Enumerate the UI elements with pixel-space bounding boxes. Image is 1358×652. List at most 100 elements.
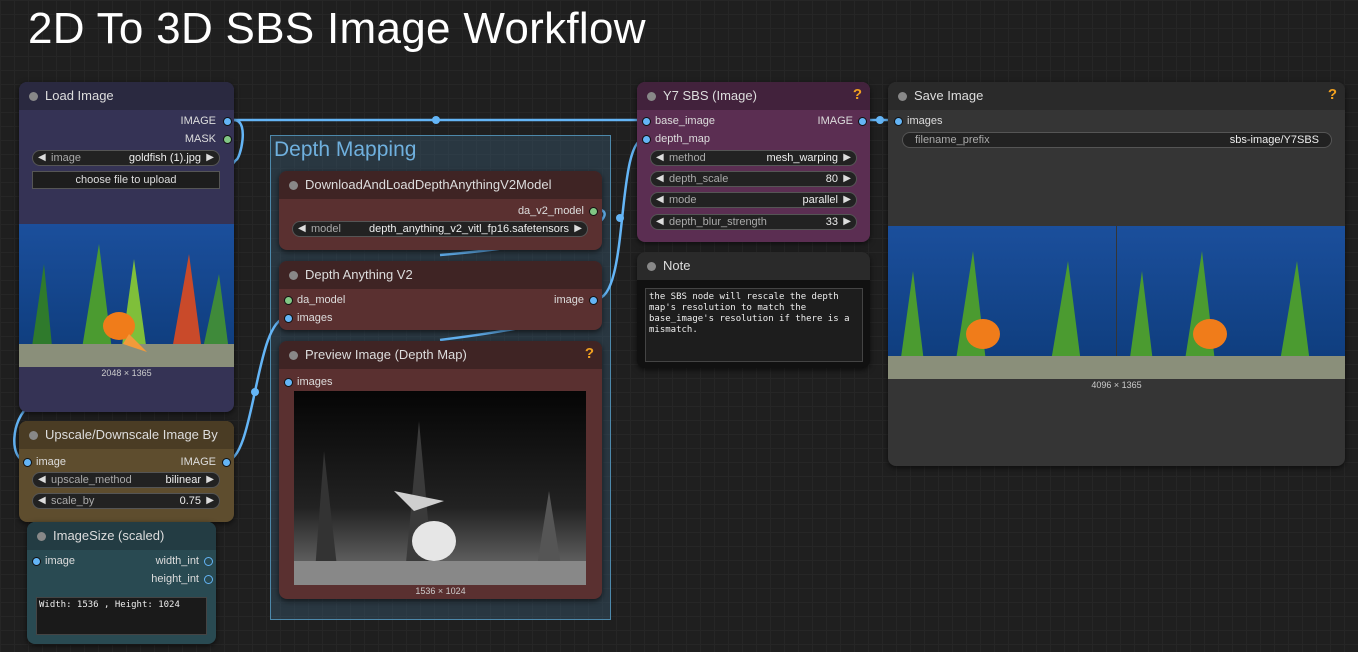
collapse-dot-icon[interactable] [29,92,38,101]
image-caption: 4096 × 1365 [1091,380,1142,390]
node-da-loader[interactable]: DownloadAndLoadDepthAnythingV2Model da_v… [279,171,602,250]
output-width-slot[interactable] [204,557,213,566]
arrow-left-icon[interactable]: ◀ [656,194,664,205]
depth-blur-input[interactable]: ◀ depth_blur_strength 33 ▶ [650,214,857,230]
widget-label: depth_blur_strength [669,216,767,228]
output-height-slot[interactable] [204,575,213,584]
node-header[interactable]: Note [637,252,870,280]
widget-label: filename_prefix [915,134,990,146]
node-title: Save Image [914,88,984,103]
node-title: ImageSize (scaled) [53,528,165,543]
help-icon[interactable]: ? [853,86,862,103]
help-icon[interactable]: ? [585,345,594,362]
collapse-dot-icon[interactable] [289,351,298,360]
method-select[interactable]: ◀ method mesh_warping ▶ [650,150,857,166]
image-caption: 1536 × 1024 [415,586,466,596]
output-label: height_int [151,573,199,585]
arrow-right-icon[interactable]: ▶ [843,216,851,227]
arrow-left-icon[interactable]: ◀ [656,152,664,163]
node-note[interactable]: Note the SBS node will rescale the depth… [637,252,870,368]
widget-label: scale_by [51,495,95,507]
input-image-slot[interactable] [23,458,32,467]
widget-label: upscale_method [51,474,132,486]
output-mask-slot[interactable] [223,135,232,144]
arrow-left-icon[interactable]: ◀ [38,495,46,506]
node-header[interactable]: Y7 SBS (Image) ? [637,82,870,110]
arrow-right-icon[interactable]: ▶ [843,152,851,163]
widget-value: bilinear [165,474,201,486]
arrow-right-icon[interactable]: ▶ [843,173,851,184]
output-image-slot[interactable] [858,117,867,126]
node-title: Preview Image (Depth Map) [305,347,467,362]
output-image-slot[interactable] [222,458,231,467]
input-depth-map-slot[interactable] [642,135,651,144]
node-header[interactable]: Load Image [19,82,234,110]
mode-select[interactable]: ◀ mode parallel ▶ [650,192,857,208]
input-images-slot[interactable] [284,314,293,323]
node-title: DownloadAndLoadDepthAnythingV2Model [305,177,552,192]
input-base-image-slot[interactable] [642,117,651,126]
output-image-slot[interactable] [589,296,598,305]
node-header[interactable]: Depth Anything V2 [279,261,602,289]
input-images-slot[interactable] [894,117,903,126]
node-preview-image[interactable]: Preview Image (Depth Map) ? images 1536 … [279,341,602,599]
imagesize-text: Width: 1536 , Height: 1024 [36,597,207,635]
upscale-method-select[interactable]: ◀ upscale_method bilinear ▶ [32,472,220,488]
input-image-slot[interactable] [32,557,41,566]
widget-value: mesh_warping [766,152,838,164]
arrow-left-icon[interactable]: ◀ [38,474,46,485]
collapse-dot-icon[interactable] [289,181,298,190]
node-title: Load Image [45,88,114,103]
help-icon[interactable]: ? [1328,86,1337,103]
goldfish-image [19,224,234,367]
arrow-right-icon[interactable]: ▶ [574,223,582,234]
note-text[interactable]: the SBS node will rescale the depth map'… [645,288,863,362]
upload-button[interactable]: choose file to upload [32,171,220,189]
node-save-image[interactable]: Save Image ? images filename_prefix sbs-… [888,82,1345,466]
scale-by-input[interactable]: ◀ scale_by 0.75 ▶ [32,493,220,509]
arrow-right-icon[interactable]: ▶ [843,194,851,205]
image-select[interactable]: ◀ image goldfish (1).jpg ▶ [32,150,220,166]
depth-scale-input[interactable]: ◀ depth_scale 80 ▶ [650,171,857,187]
collapse-dot-icon[interactable] [289,271,298,280]
arrow-right-icon[interactable]: ▶ [206,474,214,485]
arrow-left-icon[interactable]: ◀ [298,223,306,234]
output-image-slot[interactable] [223,117,232,126]
node-load-image[interactable]: Load Image IMAGE MASK ◀ image goldfish (… [19,82,234,412]
arrow-right-icon[interactable]: ▶ [206,495,214,506]
output-label: image [554,294,584,306]
node-header[interactable]: Save Image ? [888,82,1345,110]
input-images-slot[interactable] [284,378,293,387]
collapse-dot-icon[interactable] [647,262,656,271]
node-upscale[interactable]: Upscale/Downscale Image By image IMAGE ◀… [19,421,234,522]
node-depth-anything[interactable]: Depth Anything V2 da_model images image [279,261,602,330]
widget-value: 0.75 [179,495,201,507]
widget-value: depth_anything_v2_vitl_fp16.safetensors [369,223,569,235]
filename-prefix-input[interactable]: filename_prefix sbs-image/Y7SBS [902,132,1332,148]
node-header[interactable]: DownloadAndLoadDepthAnythingV2Model [279,171,602,199]
arrow-left-icon[interactable]: ◀ [38,152,46,163]
node-imagesize[interactable]: ImageSize (scaled) image width_int heigh… [27,522,216,644]
input-model-slot[interactable] [284,296,293,305]
output-label: IMAGE [817,115,853,127]
collapse-dot-icon[interactable] [898,92,907,101]
arrow-left-icon[interactable]: ◀ [656,173,664,184]
collapse-dot-icon[interactable] [37,532,46,541]
collapse-dot-icon[interactable] [647,92,656,101]
input-label: images [907,115,943,127]
node-header[interactable]: Preview Image (Depth Map) ? [279,341,602,369]
widget-label: image [51,152,81,164]
node-title: Upscale/Downscale Image By [45,427,218,442]
model-select[interactable]: ◀ model depth_anything_v2_vitl_fp16.safe… [292,221,588,237]
node-header[interactable]: Upscale/Downscale Image By [19,421,234,449]
collapse-dot-icon[interactable] [29,431,38,440]
reroute-dot [876,116,884,124]
output-model-slot[interactable] [589,207,598,216]
widget-label: depth_scale [669,173,729,185]
arrow-right-icon[interactable]: ▶ [206,152,214,163]
output-label: IMAGE [180,115,216,127]
input-label: base_image [655,115,715,127]
arrow-left-icon[interactable]: ◀ [656,216,664,227]
node-header[interactable]: ImageSize (scaled) [27,522,216,550]
node-y7-sbs[interactable]: Y7 SBS (Image) ? base_image depth_map IM… [637,82,870,242]
